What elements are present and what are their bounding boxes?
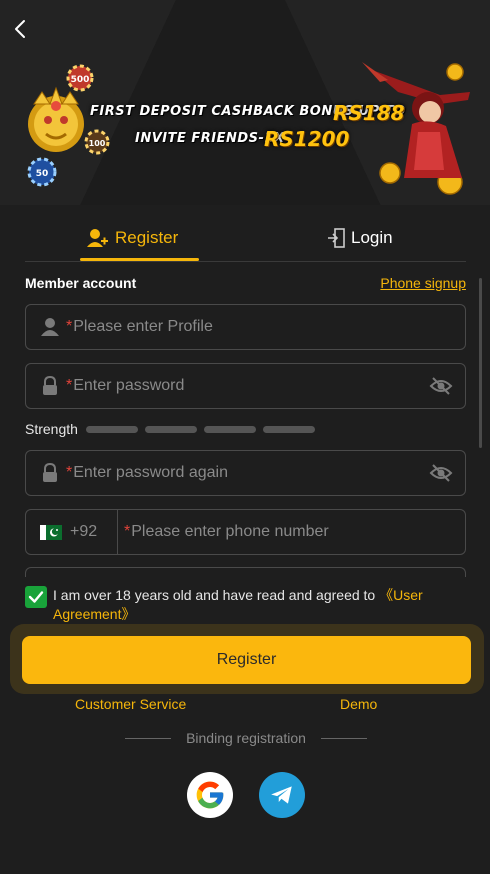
- form-scrollbar[interactable]: [479, 278, 482, 448]
- strength-bar: [203, 425, 256, 433]
- strength-bar: [262, 425, 315, 433]
- demo-link[interactable]: Demo: [340, 696, 377, 712]
- user-plus-icon: [87, 229, 108, 247]
- next-field-partial: [25, 567, 466, 577]
- promo-banner[interactable]: 500 100 50 FIRST DEPOSIT CASHBACK BONUS …: [0, 0, 490, 205]
- door-enter-icon: [328, 228, 345, 248]
- tab-register[interactable]: Register: [87, 215, 178, 261]
- password-input[interactable]: [73, 377, 429, 395]
- required-mark: *: [66, 377, 73, 394]
- divider-line: [125, 737, 171, 739]
- eye-off-icon[interactable]: [429, 374, 453, 398]
- phone-field[interactable]: +92 *: [25, 509, 466, 555]
- phone-input[interactable]: [131, 523, 465, 541]
- confirm-password-input[interactable]: [73, 464, 429, 482]
- phone-signup-link[interactable]: Phone signup: [380, 275, 466, 291]
- binding-divider: Binding registration: [125, 730, 367, 746]
- google-signin-button[interactable]: [187, 772, 233, 818]
- member-account-label: Member account: [25, 275, 137, 291]
- telegram-icon: [271, 786, 292, 804]
- country-code: +92: [70, 523, 98, 540]
- golden-mask-icon: [28, 86, 84, 152]
- svg-text:500: 500: [71, 75, 90, 85]
- divider-line: [320, 737, 367, 739]
- auth-tabs: Register Login: [25, 215, 466, 262]
- agreement-checkbox[interactable]: [25, 586, 47, 608]
- banner-artwork: 500 100 50: [27, 62, 470, 195]
- register-button[interactable]: Register: [22, 636, 471, 684]
- lock-icon: [43, 376, 57, 395]
- casino-chip-icon: 50: [27, 157, 57, 187]
- promo-amount-cashback: RS188: [333, 101, 405, 125]
- password-field[interactable]: *: [25, 363, 466, 409]
- promo-subline: INVITE FRIENDS-1X: [135, 131, 285, 146]
- required-mark: *: [66, 318, 73, 335]
- pakistan-flag-icon: [40, 524, 62, 540]
- svg-text:50: 50: [36, 169, 49, 179]
- svg-text:100: 100: [89, 139, 106, 148]
- check-icon: [28, 591, 44, 603]
- tab-register-label: Register: [115, 228, 179, 247]
- tab-login-label: Login: [351, 228, 393, 247]
- agreement-text: I am over 18 years old and have read and…: [53, 586, 455, 624]
- required-mark: *: [66, 464, 73, 481]
- gold-coin-icon: [446, 63, 464, 81]
- confirm-password-field[interactable]: *: [25, 450, 466, 496]
- user-icon: [41, 318, 59, 336]
- strength-bar: [144, 425, 197, 433]
- active-tab-indicator: [80, 258, 199, 261]
- required-mark: *: [124, 523, 131, 540]
- google-icon: [196, 781, 224, 809]
- profile-field[interactable]: *: [25, 304, 466, 350]
- casino-chip-icon: 100: [84, 129, 110, 155]
- profile-input[interactable]: [73, 318, 465, 336]
- agreement-statement: I am over 18 years old and have read and…: [53, 587, 380, 603]
- strength-label: Strength: [25, 421, 78, 437]
- promo-amount-invite: RS1200: [264, 127, 350, 151]
- country-code-selector[interactable]: +92: [26, 510, 118, 554]
- telegram-signin-button[interactable]: [259, 772, 305, 818]
- binding-registration-label: Binding registration: [186, 730, 306, 746]
- tab-login[interactable]: Login: [327, 215, 393, 261]
- casino-chip-icon: 500: [66, 64, 94, 92]
- agreement-row: I am over 18 years old and have read and…: [25, 586, 455, 624]
- gold-coin-icon: [379, 162, 401, 184]
- password-strength: Strength: [25, 421, 322, 437]
- customer-service-link[interactable]: Customer Service: [75, 696, 186, 712]
- eye-off-icon[interactable]: [429, 461, 453, 485]
- lock-icon: [43, 463, 57, 482]
- strength-bar: [85, 425, 138, 433]
